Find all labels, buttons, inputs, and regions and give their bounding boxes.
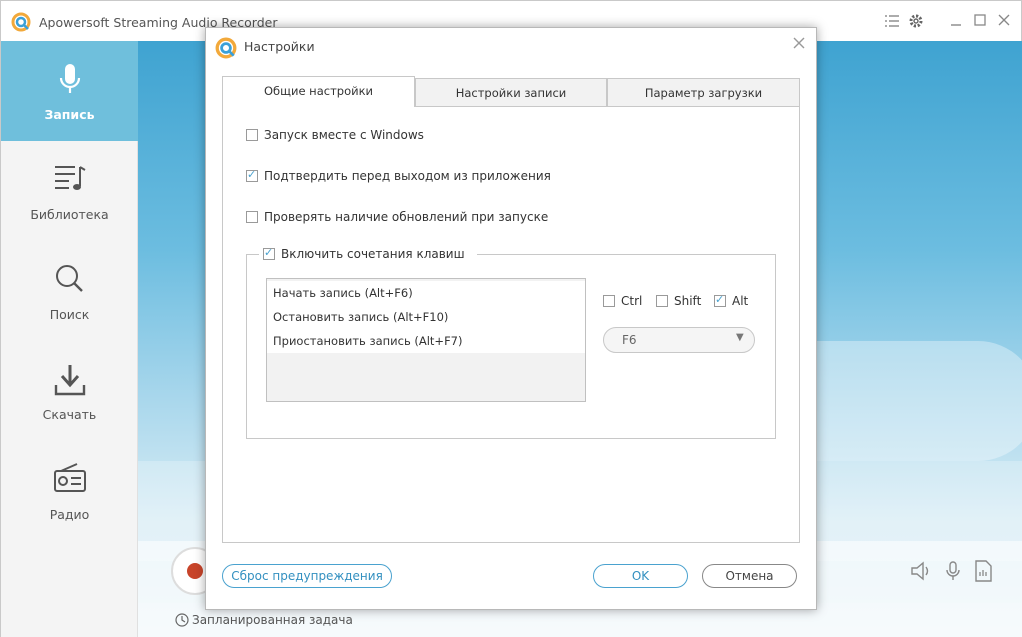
checkbox[interactable] <box>714 293 726 307</box>
dialog-title: Настройки <box>244 39 315 54</box>
sidebar-item-library[interactable]: Библиотека <box>1 141 138 241</box>
tab-download[interactable]: Параметр загрузки <box>607 78 800 106</box>
dialog-titlebar: Настройки <box>206 28 816 64</box>
ok-button[interactable]: OK <box>593 564 688 588</box>
checkbox[interactable] <box>246 211 258 223</box>
sidebar-item-radio[interactable]: Радио <box>1 441 138 541</box>
checkbox[interactable] <box>263 246 275 260</box>
hotkey-enable-label: Включить сочетания клавиш <box>281 247 465 261</box>
microphone-icon <box>58 63 82 102</box>
option-label: Подтвердить перед выходом из приложения <box>264 169 551 183</box>
settings-dialog: Настройки Общие настройки Настройки запи… <box>205 27 817 610</box>
microphone-small-icon[interactable] <box>941 559 965 583</box>
maximize-icon[interactable] <box>971 13 989 31</box>
gear-icon[interactable] <box>907 13 925 31</box>
radio-icon <box>53 463 87 498</box>
sidebar-item-label: Скачать <box>42 407 97 422</box>
close-icon[interactable] <box>995 13 1013 31</box>
hotkey-list[interactable]: Начать запись (Alt+F6) Остановить запись… <box>266 278 586 402</box>
file-audio-icon[interactable] <box>971 559 995 583</box>
option-label: Запуск вместе с Windows <box>264 128 424 142</box>
tab-general[interactable]: Общие настройки <box>222 76 415 107</box>
option-label: Проверять наличие обновлений при запуске <box>264 210 549 224</box>
sidebar-item-label: Поиск <box>49 307 90 322</box>
sidebar: Запись Библиотека Поиск Скачать Радио <box>1 41 138 637</box>
sidebar-item-label: Запись <box>44 107 95 122</box>
sidebar-item-search[interactable]: Поиск <box>1 241 138 341</box>
list-item[interactable]: Начать запись (Alt+F6) <box>267 281 585 305</box>
checkbox[interactable] <box>656 295 668 307</box>
checkbox[interactable] <box>246 129 258 141</box>
sidebar-item-record[interactable]: Запись <box>1 41 138 141</box>
modifier-label: Alt <box>732 294 749 308</box>
list-item[interactable]: Приостановить запись (Alt+F7) <box>267 329 585 353</box>
speaker-icon[interactable] <box>909 559 933 583</box>
scheduled-task-link[interactable]: Запланированная задача <box>192 613 353 627</box>
clock-icon[interactable] <box>175 613 189 630</box>
chevron-down-icon: ▼ <box>736 332 744 343</box>
checkbox[interactable] <box>603 295 615 307</box>
cancel-button[interactable]: Отмена <box>702 564 797 588</box>
record-dot <box>187 563 203 579</box>
key-select-value: F6 <box>622 333 637 347</box>
reset-warnings-button[interactable]: Сброс предупреждения <box>222 564 392 588</box>
logo-icon <box>11 12 31 32</box>
search-icon <box>54 263 86 298</box>
download-icon <box>54 363 86 400</box>
minimize-icon[interactable] <box>947 13 965 31</box>
hotkey-group: Включить сочетания клавиш Начать запись … <box>246 246 776 439</box>
hotkey-enable-toggle[interactable]: Включить сочетания клавиш <box>259 246 477 264</box>
sidebar-item-label: Библиотека <box>30 207 109 222</box>
list-item[interactable]: Остановить запись (Alt+F10) <box>267 305 585 329</box>
sidebar-item-download[interactable]: Скачать <box>1 341 138 441</box>
tab-recording[interactable]: Настройки записи <box>415 78 607 106</box>
list-icon[interactable] <box>883 13 901 31</box>
sidebar-item-label: Радио <box>49 507 90 522</box>
logo-icon <box>215 37 237 62</box>
close-icon[interactable] <box>790 36 808 54</box>
modifier-label: Ctrl <box>621 294 643 308</box>
checkbox[interactable] <box>246 168 258 182</box>
key-select[interactable]: F6 ▼ <box>603 327 755 353</box>
music-list-icon <box>53 163 87 196</box>
modifier-label: Shift <box>674 294 702 308</box>
